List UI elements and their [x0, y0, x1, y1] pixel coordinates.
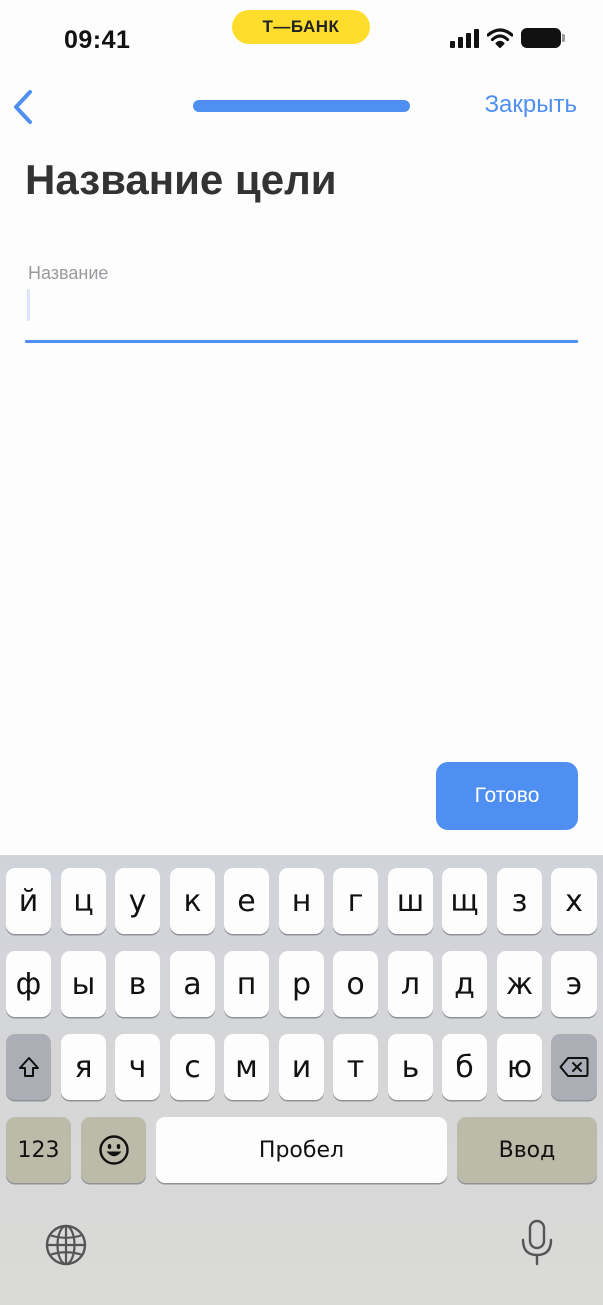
status-bar: 09:41 Т—БАНК	[0, 0, 603, 80]
battery-icon	[521, 28, 565, 48]
key-letter[interactable]: г	[333, 868, 378, 934]
back-button[interactable]	[8, 86, 48, 130]
key-letter[interactable]: ы	[61, 951, 106, 1017]
key-letter[interactable]: х	[551, 868, 597, 934]
close-button[interactable]: Закрыть	[485, 91, 577, 119]
shift-icon	[18, 1057, 39, 1077]
chevron-left-icon	[14, 90, 32, 124]
key-letter[interactable]: ю	[497, 1034, 542, 1100]
key-letter[interactable]: ш	[388, 868, 433, 934]
backspace-icon	[559, 1057, 589, 1077]
key-letter[interactable]: т	[333, 1034, 378, 1100]
done-button[interactable]: Готово	[436, 762, 578, 830]
emoji-key[interactable]	[81, 1117, 146, 1183]
key-letter[interactable]: н	[279, 868, 324, 934]
key-letter[interactable]: ж	[497, 951, 542, 1017]
key-letter[interactable]: ц	[61, 868, 106, 934]
key-letter[interactable]: ч	[115, 1034, 160, 1100]
step-progress-bar	[193, 100, 410, 112]
shift-key[interactable]	[6, 1034, 51, 1100]
microphone-icon	[521, 1219, 553, 1266]
page-title: Название цели	[25, 156, 337, 203]
key-letter[interactable]: у	[115, 868, 160, 934]
key-letter[interactable]: э	[551, 951, 597, 1017]
key-letter[interactable]: р	[279, 951, 324, 1017]
key-letter[interactable]: б	[442, 1034, 487, 1100]
cellular-signal-icon	[450, 28, 479, 48]
emoji-icon	[98, 1135, 129, 1165]
key-letter[interactable]: в	[115, 951, 160, 1017]
key-letter[interactable]: л	[388, 951, 433, 1017]
globe-button[interactable]	[44, 1223, 88, 1267]
key-letter[interactable]: к	[170, 868, 215, 934]
key-letter[interactable]: с	[170, 1034, 215, 1100]
key-letter[interactable]: щ	[442, 868, 487, 934]
key-letter[interactable]: з	[497, 868, 542, 934]
goal-name-input[interactable]	[25, 288, 578, 338]
status-icons	[450, 28, 565, 48]
wifi-icon	[487, 28, 513, 48]
key-letter[interactable]: й	[6, 868, 51, 934]
key-letter[interactable]: ф	[6, 951, 51, 1017]
goal-name-field: Название	[25, 262, 578, 344]
goal-name-label: Название	[28, 263, 109, 283]
numbers-key[interactable]: 123	[6, 1117, 71, 1183]
return-key[interactable]: Ввод	[457, 1117, 597, 1183]
keyboard: й ц у к е н г ш щ з х ф ы в а п р о л д …	[0, 855, 603, 1305]
key-letter[interactable]: ь	[388, 1034, 433, 1100]
key-letter[interactable]: п	[224, 951, 269, 1017]
key-letter[interactable]: м	[224, 1034, 269, 1100]
key-letter[interactable]: я	[61, 1034, 106, 1100]
key-letter[interactable]: а	[170, 951, 215, 1017]
key-letter[interactable]: д	[442, 951, 487, 1017]
space-key[interactable]: Пробел	[156, 1117, 447, 1183]
globe-icon	[45, 1224, 87, 1266]
key-letter[interactable]: и	[279, 1034, 324, 1100]
text-caret	[27, 289, 30, 321]
key-letter[interactable]: о	[333, 951, 378, 1017]
screen: 09:41 Т—БАНК Закрыть Название цели Назва…	[0, 0, 603, 1305]
backspace-key[interactable]	[551, 1034, 597, 1100]
brand-pill: Т—БАНК	[232, 10, 370, 44]
microphone-button[interactable]	[519, 1219, 555, 1267]
key-letter[interactable]: е	[224, 868, 269, 934]
status-time: 09:41	[64, 26, 131, 54]
field-underline	[25, 340, 578, 343]
